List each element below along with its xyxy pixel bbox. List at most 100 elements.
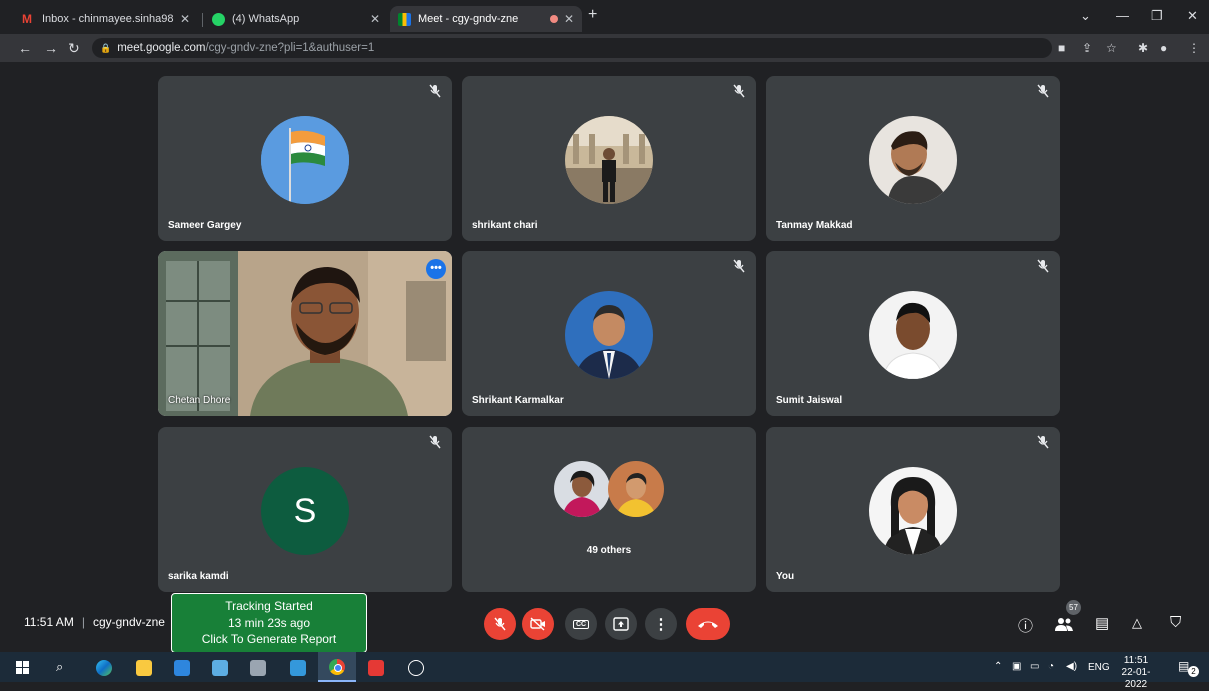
wifi-icon[interactable]: ◔	[1048, 661, 1054, 672]
tab-meet[interactable]: Meet - cgy-gndv-zne ✕	[390, 6, 582, 32]
mic-off-icon	[1037, 84, 1049, 98]
host-controls-icon[interactable]: ⛉	[1170, 614, 1181, 631]
participant-name: You	[776, 571, 795, 582]
participant-tile[interactable]: shrikant chari	[462, 76, 756, 241]
mic-toggle-button[interactable]	[484, 608, 516, 640]
paint-icon[interactable]	[250, 660, 266, 676]
meeting-details: 11:51 AM | cgy-gndv-zne	[24, 615, 165, 629]
clock[interactable]: 11:51 22-01-2022	[1116, 655, 1156, 691]
tracking-status: Tracking Started	[225, 599, 313, 613]
clock-date: 22-01-2022	[1121, 667, 1151, 690]
profile-icon[interactable]: ●	[1160, 41, 1167, 55]
mic-off-icon	[429, 84, 441, 98]
share-icon[interactable]: ⇪	[1082, 41, 1092, 55]
extensions-icon[interactable]: ✱	[1138, 41, 1148, 55]
recording-indicator-icon	[549, 15, 558, 23]
search-icon[interactable]: ⌕	[56, 659, 63, 675]
input-language[interactable]: ENG	[1088, 662, 1110, 673]
more-options-button[interactable]: •••	[426, 259, 446, 279]
browser-menu-icon[interactable]: ⋮	[1188, 41, 1200, 55]
participant-name: Shrikant Karmalkar	[472, 395, 564, 406]
people-icon	[1055, 618, 1073, 631]
participant-tile[interactable]: Sameer Gargey	[158, 76, 452, 241]
avatar	[869, 291, 957, 379]
url-bar[interactable]: 🔒 meet.google.com/cgy-gndv-zne?pli=1&aut…	[92, 38, 1052, 58]
mic-off-icon	[494, 617, 506, 631]
tab-divider	[202, 13, 203, 27]
avatar	[261, 116, 349, 204]
participant-tile[interactable]: Tanmay Makkad	[766, 76, 1060, 241]
person-photo	[869, 291, 957, 379]
reload-icon[interactable]: ↻	[68, 40, 80, 57]
participant-name: Sumit Jaiswal	[776, 395, 843, 406]
leave-call-button[interactable]	[686, 608, 730, 640]
chrome-taskbar-button[interactable]	[318, 652, 356, 682]
participant-tile[interactable]: S sarika kamdi	[158, 427, 452, 592]
maximize-button[interactable]: ❐	[1151, 8, 1163, 24]
lock-icon: 🔒	[100, 42, 112, 53]
tray-app-icon[interactable]: ▣	[1012, 661, 1021, 672]
new-tab-button[interactable]: +	[588, 6, 597, 24]
bookmark-star-icon[interactable]: ☆	[1106, 41, 1117, 55]
camera-in-use-icon[interactable]: ■	[1058, 41, 1065, 55]
captions-icon: CC	[572, 619, 590, 629]
camera-toggle-button[interactable]	[522, 608, 554, 640]
avatar: S	[261, 467, 349, 555]
end-call-icon	[698, 621, 718, 628]
self-tile[interactable]: You	[766, 427, 1060, 592]
mic-off-icon	[733, 259, 745, 273]
meeting-info-icon[interactable]: ⓘ	[1018, 615, 1033, 636]
participant-tile[interactable]: Sumit Jaiswal	[766, 251, 1060, 416]
participant-video-tile[interactable]: ••• Chetan Dhore	[158, 251, 452, 416]
more-options-button[interactable]: ⋮	[645, 608, 677, 640]
volume-icon[interactable]: ◀)	[1066, 661, 1077, 672]
separator: |	[81, 615, 85, 629]
chat-icon[interactable]: ▤	[1095, 614, 1109, 632]
battery-icon[interactable]: ▭	[1030, 661, 1039, 672]
participant-tile[interactable]: Shrikant Karmalkar	[462, 251, 756, 416]
windows-start-icon[interactable]	[16, 661, 29, 674]
generate-report-link[interactable]: Click To Generate Report	[172, 631, 366, 648]
close-icon[interactable]: ✕	[370, 12, 380, 26]
url-host: meet.google.com	[117, 42, 206, 54]
calculator-icon[interactable]	[174, 660, 190, 676]
captions-button[interactable]: CC	[565, 608, 597, 640]
address-toolbar: ← → ↻ 🔒 meet.google.com/cgy-gndv-zne?pli…	[0, 34, 1209, 62]
participant-name: shrikant chari	[472, 220, 538, 231]
tracking-report-popup[interactable]: Tracking Started 13 min 23s ago Click To…	[171, 593, 367, 653]
file-explorer-icon[interactable]	[136, 660, 152, 676]
camera-off-icon	[530, 617, 545, 631]
others-tile[interactable]: 49 others	[462, 427, 756, 592]
present-screen-button[interactable]	[605, 608, 637, 640]
clock-time: 11:51	[1123, 655, 1149, 666]
meet-icon	[398, 12, 411, 26]
mail-icon[interactable]	[290, 660, 306, 676]
back-icon[interactable]: ←	[18, 40, 32, 56]
app-circle-icon[interactable]	[408, 660, 424, 676]
close-icon[interactable]: ✕	[180, 12, 190, 26]
mic-off-icon	[429, 435, 441, 449]
chrome-icon	[329, 659, 345, 675]
people-count-badge: 57	[1066, 600, 1081, 615]
tab-gmail[interactable]: M Inbox - chinmayee.sinha98@gma ✕	[14, 6, 198, 32]
tray-expand-icon[interactable]: ⌃	[994, 661, 1002, 672]
activities-icon[interactable]: △	[1132, 615, 1142, 631]
participant-name: Tanmay Makkad	[776, 220, 853, 231]
minimize-button[interactable]: —	[1116, 8, 1129, 23]
windows-taskbar: ⌕ ⌃ ▣ ▭ ◔ ◀) ENG 11:51 22-01-2022 ▤ 2	[0, 652, 1209, 690]
edge-icon[interactable]	[96, 660, 112, 676]
people-button[interactable]: 57	[1054, 600, 1081, 637]
forward-icon[interactable]: →	[44, 40, 58, 56]
close-window-button[interactable]: ✕	[1187, 8, 1198, 24]
close-icon[interactable]: ✕	[564, 12, 574, 26]
more-vert-icon: ⋮	[653, 616, 669, 633]
meeting-code: cgy-gndv-zne	[92, 615, 165, 629]
pdf-reader-icon[interactable]	[368, 660, 384, 676]
avatar	[565, 116, 653, 204]
app-icon[interactable]	[212, 660, 228, 676]
participant-name: Sameer Gargey	[168, 220, 242, 231]
person-photo	[565, 291, 653, 379]
tab-search-icon[interactable]: ⌄	[1080, 8, 1091, 24]
tab-whatsapp[interactable]: (4) WhatsApp ✕	[204, 6, 388, 32]
mic-off-icon	[1037, 259, 1049, 273]
